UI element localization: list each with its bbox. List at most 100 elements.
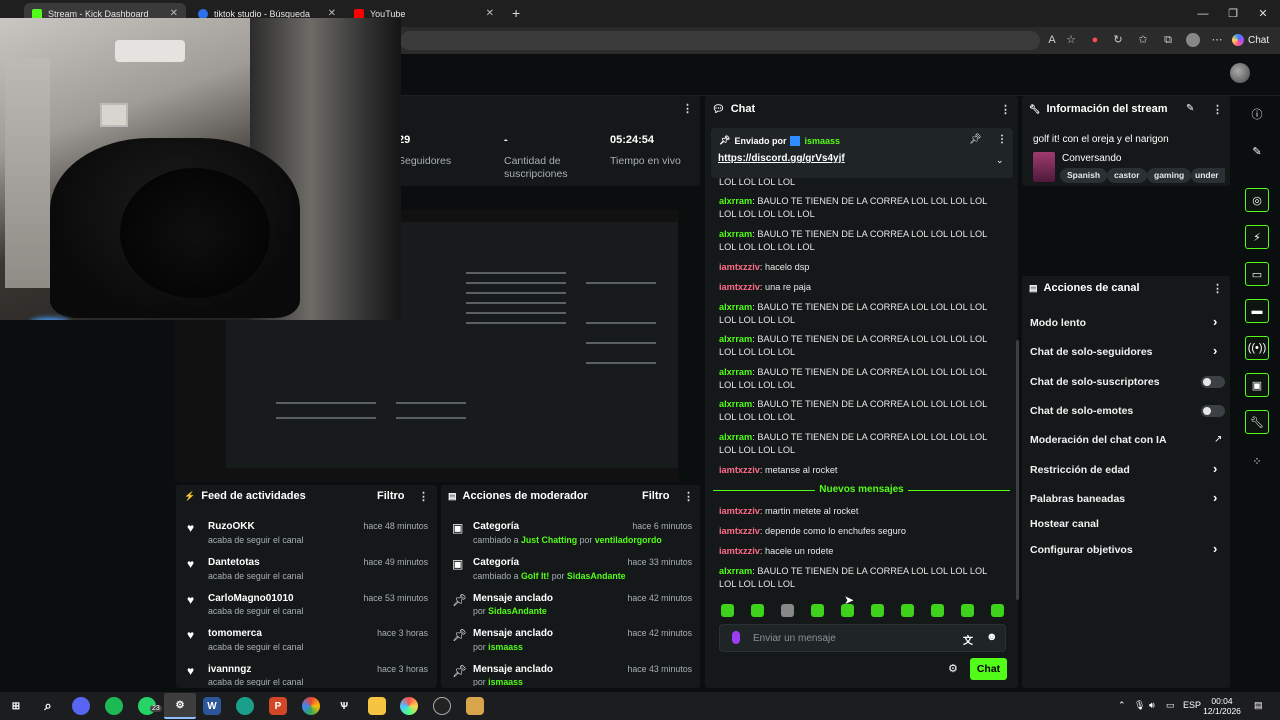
emotes-only-toggle[interactable] <box>1201 405 1225 417</box>
chevron-right-icon[interactable]: › <box>1213 490 1217 505</box>
emote-icon[interactable] <box>781 604 794 617</box>
unpin-icon[interactable]: 📌︎ <box>969 134 982 145</box>
emote-icon[interactable] <box>991 604 1004 617</box>
stream-manager-icon[interactable]: ▣ <box>1245 373 1269 397</box>
url-field[interactable] <box>400 31 1040 50</box>
feed-item-name[interactable]: RuzoOKK <box>208 521 255 532</box>
translate-icon[interactable]: 文 <box>963 632 973 647</box>
copilot-chat-button[interactable]: Chat <box>1232 31 1278 49</box>
steam-icon[interactable]: ⚙ <box>164 693 196 719</box>
activity-filter-button[interactable]: Filtro <box>377 490 405 502</box>
broadcast-icon[interactable]: ((•)) <box>1245 336 1269 360</box>
wrench-icon[interactable]: 🔧︎ <box>1245 410 1269 434</box>
activity-menu-icon[interactable]: ⋮ <box>418 490 429 503</box>
subscribers-only-toggle[interactable] <box>1201 376 1225 388</box>
notifications-icon[interactable]: ▤ <box>1254 700 1263 711</box>
stats-menu-icon[interactable]: ⋮ <box>682 102 693 115</box>
external-link-icon[interactable]: ↗ <box>1214 434 1222 445</box>
action-configure-goals[interactable]: Configurar objetivos <box>1030 544 1133 556</box>
system-clock[interactable]: 00:04 12/1/2026 <box>1200 696 1244 716</box>
profile-icon[interactable] <box>1186 33 1200 47</box>
chat-message: alxrram: BAULO TE TIENEN DE LA CORREA LO… <box>719 196 987 219</box>
stream-info-menu-icon[interactable]: ⋮ <box>1212 103 1223 116</box>
dots-icon[interactable]: ⁘ <box>1245 449 1269 473</box>
new-tab-button[interactable]: + <box>512 5 520 21</box>
action-followers-only[interactable]: Chat de solo-seguidores <box>1030 346 1153 358</box>
file-explorer-icon[interactable] <box>368 697 386 715</box>
emote-icon[interactable] <box>931 604 944 617</box>
favorite-star-icon[interactable]: ☆ <box>1064 33 1078 47</box>
spotify-icon[interactable] <box>105 697 123 715</box>
chat-bubble-icon[interactable]: ▬ <box>1245 299 1269 323</box>
emote-icon[interactable] <box>961 604 974 617</box>
feed-item-name[interactable]: tomomerca <box>208 628 262 639</box>
app-icon[interactable] <box>466 697 484 715</box>
document-icon[interactable]: ▭ <box>1245 262 1269 286</box>
capture-icon[interactable]: ◎ <box>1245 188 1269 212</box>
chrome-icon[interactable] <box>302 697 320 715</box>
mod-filter-button[interactable]: Filtro <box>642 490 670 502</box>
emote-icon[interactable] <box>871 604 884 617</box>
chevron-right-icon[interactable]: › <box>1213 461 1217 476</box>
windows-start-icon[interactable]: ⊞ <box>7 697 25 715</box>
chevron-right-icon[interactable]: › <box>1213 314 1217 329</box>
action-slow-mode[interactable]: Modo lento <box>1030 317 1086 329</box>
emote-icon[interactable] <box>841 604 854 617</box>
chevron-right-icon[interactable]: › <box>1213 541 1217 556</box>
action-age-restriction[interactable]: Restricción de edad <box>1030 464 1130 476</box>
feed-item-name[interactable]: ivannngz <box>208 664 251 675</box>
volume-icon[interactable]: 🔊︎ <box>1149 700 1155 711</box>
app-icon[interactable] <box>400 697 418 715</box>
emote-icon[interactable] <box>751 604 764 617</box>
emote-icon[interactable] <box>901 604 914 617</box>
chevron-right-icon[interactable]: › <box>1213 343 1217 358</box>
obs-icon[interactable] <box>433 697 451 715</box>
extension-icon[interactable]: ● <box>1088 33 1102 47</box>
minimize-button[interactable]: — <box>1186 0 1220 27</box>
discord-icon[interactable] <box>72 697 90 715</box>
lightning-icon[interactable]: ⚡︎ <box>1245 225 1269 249</box>
expand-chevron-icon[interactable]: ⌄ <box>996 155 1004 166</box>
mod-menu-icon[interactable]: ⋮ <box>683 490 694 503</box>
refresh-icon[interactable]: ↻ <box>1111 33 1125 47</box>
pinned-menu-icon[interactable]: ⋮ <box>997 134 1007 145</box>
info-icon[interactable]: ⓘ <box>1245 102 1269 126</box>
feed-item-name[interactable]: Dantetotas <box>208 557 260 568</box>
network-icon[interactable]: ▭ <box>1166 700 1175 711</box>
favorites-icon[interactable]: ✩ <box>1136 33 1150 47</box>
chat-scrollbar[interactable] <box>1016 340 1019 600</box>
edit-icon[interactable]: ✎ <box>1245 139 1269 163</box>
emote-icon[interactable] <box>811 604 824 617</box>
search-icon[interactable]: ⌕ <box>39 697 57 715</box>
powerpoint-icon[interactable]: P <box>269 697 287 715</box>
language-indicator[interactable]: ESP <box>1183 700 1201 710</box>
action-host-channel[interactable]: Hostear canal <box>1030 518 1099 530</box>
chat-message: alxrram: BAULO TE TIENEN DE LA CORREA LO… <box>719 432 987 455</box>
word-icon[interactable]: W <box>203 697 221 715</box>
app-icon[interactable]: Ѱ <box>335 697 353 715</box>
action-ai-moderation[interactable]: Moderación del chat con IA <box>1030 434 1167 446</box>
edge-icon[interactable] <box>236 697 254 715</box>
emoji-icon[interactable]: ☻ <box>986 631 998 643</box>
read-aloud-icon[interactable]: A <box>1045 33 1059 47</box>
microphone-icon[interactable]: 🎙︎ <box>1134 700 1145 711</box>
action-banned-words[interactable]: Palabras baneadas <box>1030 493 1125 505</box>
feed-item-name[interactable]: CarloMagno01010 <box>208 593 294 604</box>
user-avatar[interactable] <box>1230 63 1250 83</box>
close-tab-icon[interactable]: ✕ <box>486 8 494 19</box>
restore-button[interactable]: ❐ <box>1216 0 1250 27</box>
close-window-button[interactable]: ✕ <box>1246 0 1280 27</box>
channel-actions-menu-icon[interactable]: ⋮ <box>1212 282 1223 295</box>
edit-pencil-icon[interactable]: ✎ <box>1186 103 1194 114</box>
chat-menu-icon[interactable]: ⋮ <box>1000 103 1011 116</box>
microphone-icon[interactable] <box>732 631 740 644</box>
emote-icon[interactable] <box>721 604 734 617</box>
chat-input-box[interactable]: Enviar un mensaje 文 ☻ <box>719 624 1006 652</box>
collections-icon[interactable]: ⧉ <box>1161 33 1175 47</box>
pinned-link[interactable]: https://discord.gg/grVs4yjf <box>718 153 845 164</box>
chat-settings-icon[interactable]: ⚙ <box>948 662 958 675</box>
more-menu-icon[interactable]: ⋯ <box>1210 33 1224 47</box>
new-messages-divider[interactable]: Nuevos mensajes <box>713 484 1010 496</box>
tray-chevron-icon[interactable]: ⌃ <box>1118 700 1126 711</box>
send-chat-button[interactable]: Chat <box>970 658 1007 680</box>
